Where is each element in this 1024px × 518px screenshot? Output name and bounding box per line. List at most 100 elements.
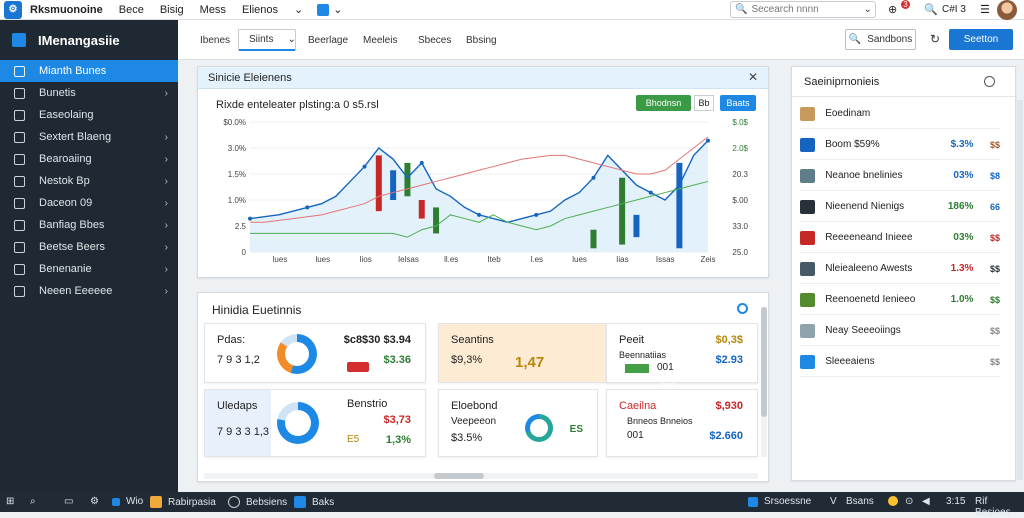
menu-item-1[interactable]: Bece bbox=[119, 4, 144, 16]
settings-icon[interactable]: ⚙ bbox=[90, 496, 99, 507]
menu-item-2[interactable]: Bisig bbox=[160, 4, 184, 16]
y-tick-label-right: 2.0$ bbox=[732, 144, 748, 153]
tab-2[interactable]: Siints ⌄ bbox=[238, 29, 296, 51]
data-point bbox=[419, 160, 424, 165]
primary-button[interactable]: Seetton bbox=[949, 29, 1013, 50]
scroll-thumb[interactable] bbox=[761, 307, 767, 417]
tab-6[interactable]: Bbsing bbox=[456, 29, 507, 51]
row-extra: $$ bbox=[989, 263, 1000, 274]
chevron-down-icon[interactable]: ⌄ bbox=[333, 3, 342, 16]
help-icon[interactable]: ⊕ bbox=[888, 3, 897, 16]
candle-bar bbox=[433, 207, 440, 234]
sidebar-item-5[interactable]: Bearoaiing › bbox=[0, 148, 178, 170]
data-point bbox=[248, 216, 252, 221]
chart-subtitle: Rixde enteleater plsting:a 0 s5.rsl bbox=[216, 99, 379, 111]
list-item[interactable]: Boom $59% $.3% $$ bbox=[800, 130, 1000, 160]
taskbar-label: Rabirpasia bbox=[168, 496, 216, 508]
app-icon bbox=[112, 497, 120, 506]
sidebar-item-1[interactable]: Mianth Bunes bbox=[0, 60, 178, 82]
tab-1[interactable]: Ibenes bbox=[190, 29, 240, 51]
sidebar-item-4[interactable]: Sextert Blaeng › bbox=[0, 126, 178, 148]
search-icon[interactable]: ⌕ bbox=[30, 496, 36, 507]
nav-icon bbox=[14, 263, 25, 275]
row-value: 03% bbox=[953, 170, 974, 181]
search-box[interactable]: 🔍 ⌄ bbox=[730, 1, 876, 18]
sidebar-item-9[interactable]: Beetse Beers › bbox=[0, 236, 178, 258]
sidebar-item-11[interactable]: Neeen Eeeeee › bbox=[0, 280, 178, 302]
chevron-right-icon: › bbox=[164, 285, 168, 297]
horizontal-scrollbar[interactable] bbox=[204, 473, 758, 479]
row-extra: $$ bbox=[989, 232, 1000, 243]
menu-icon[interactable]: ☰ bbox=[980, 3, 990, 16]
metric-card-3[interactable]: Peeit Beennatiias 001 $0,3$ $2.93 bbox=[606, 323, 758, 383]
search-input[interactable] bbox=[751, 4, 864, 15]
metric-card-6[interactable]: Caeilna Bnneos Bnneios 001 $,930 $2.660 bbox=[606, 389, 758, 457]
refresh-icon[interactable] bbox=[737, 303, 748, 314]
x-tick-label: Zeis bbox=[700, 255, 715, 264]
x-tick-label: lues bbox=[315, 255, 330, 264]
search-icon[interactable]: 🔍 bbox=[924, 3, 938, 16]
sidebar-item-8[interactable]: Banfiag Bbes › bbox=[0, 214, 178, 236]
x-tick-label: Iias bbox=[616, 255, 628, 264]
scroll-thumb[interactable] bbox=[434, 473, 484, 479]
taskbar-item-2[interactable]: Rabirpasia bbox=[150, 496, 216, 508]
app-logo-icon: ⚙ bbox=[4, 0, 22, 19]
coin-icon[interactable] bbox=[888, 496, 898, 506]
card-sub: Beennatiias bbox=[619, 350, 667, 360]
menu-item-3[interactable]: Mess bbox=[200, 4, 226, 16]
list-item[interactable]: Reenoenetd Ienieeo 1.0% $$ bbox=[800, 285, 1000, 315]
taskbar-item-4[interactable]: Baks bbox=[294, 496, 334, 508]
taskbar-item-3[interactable]: Bebsiens bbox=[228, 496, 287, 508]
sidebar-item-3[interactable]: Easeolaing bbox=[0, 104, 178, 126]
list-item[interactable]: Sleeeaiens $$ bbox=[800, 347, 1000, 377]
vertical-scrollbar[interactable] bbox=[1017, 100, 1023, 480]
folder-icon[interactable]: ▭ bbox=[64, 496, 73, 507]
search-button[interactable]: 🔍 Sandbons bbox=[845, 29, 916, 50]
brand-icon bbox=[12, 33, 26, 47]
tab-4[interactable]: Meeleis bbox=[353, 29, 407, 51]
tray-item-2[interactable]: V bbox=[830, 496, 837, 507]
close-icon[interactable]: ✕ bbox=[748, 70, 758, 84]
list-item[interactable]: Neay Seeeoiings $$ bbox=[800, 316, 1000, 346]
tab-3[interactable]: Beerlage bbox=[298, 29, 358, 51]
start-icon[interactable]: ⊞ bbox=[6, 496, 14, 507]
chart-button-3[interactable]: Baats bbox=[720, 95, 756, 111]
sidebar-item-7[interactable]: Daceon 09 › bbox=[0, 192, 178, 214]
card-value-2: ES bbox=[569, 424, 583, 435]
y-tick-label: 3.0% bbox=[228, 144, 246, 153]
nav-icon bbox=[14, 219, 25, 231]
sidebar-item-6[interactable]: Nestok Bp › bbox=[0, 170, 178, 192]
metric-card-4[interactable]: Uledaps 7 9 3 3 1,3 Benstrio $3,73 E5 1,… bbox=[204, 389, 426, 457]
menu-item-4[interactable]: Elienos bbox=[242, 4, 278, 16]
candle-bar bbox=[676, 162, 683, 249]
sidebar-item-2[interactable]: Bunetis › bbox=[0, 82, 178, 104]
tab-5[interactable]: Sbeces bbox=[408, 29, 461, 51]
row-label: Boom $59% bbox=[825, 139, 880, 150]
vertical-scrollbar[interactable] bbox=[761, 307, 767, 457]
metric-card-1[interactable]: Pdas: 7 9 3 1,2 $c8$30 $3.94 $3.36 bbox=[204, 323, 426, 383]
refresh-icon[interactable]: ↻ bbox=[930, 32, 940, 46]
volume-icon[interactable]: ◀ bbox=[922, 496, 930, 507]
sidebar-item-10[interactable]: Benenanie › bbox=[0, 258, 178, 280]
avatar[interactable] bbox=[997, 0, 1017, 20]
row-icon bbox=[800, 168, 816, 183]
x-tick-label: Iios bbox=[359, 255, 371, 264]
list-item[interactable]: Reeeeneand Inieee 03% $$ bbox=[800, 223, 1000, 253]
list-item[interactable]: Nleiealeeno Awests 1.3% $$ bbox=[800, 254, 1000, 284]
chart-button-1[interactable]: Bhodnsn bbox=[636, 95, 691, 111]
tray-item-1[interactable]: Srsoessne bbox=[748, 496, 811, 507]
chevron-down-icon[interactable]: ⌄ bbox=[294, 3, 303, 16]
window-icon[interactable] bbox=[317, 3, 330, 16]
metric-card-5[interactable]: Eloebond Veepeeon $3.5% ES bbox=[438, 389, 598, 457]
network-icon[interactable]: ⊙ bbox=[905, 496, 913, 507]
info-icon[interactable] bbox=[984, 76, 995, 87]
right-panel-title: Saeiniprnonieis bbox=[804, 75, 880, 88]
tray-item-3[interactable]: Bsans bbox=[846, 496, 874, 507]
y-tick-label-right: 20.3 bbox=[732, 170, 748, 179]
list-item[interactable]: Neanoe bnelinies 03% $8 bbox=[800, 161, 1000, 191]
chart-button-2[interactable]: Bb bbox=[694, 95, 714, 111]
chevron-down-icon[interactable]: ⌄ bbox=[863, 4, 871, 15]
list-item[interactable]: Eoedinam bbox=[800, 99, 1000, 129]
taskbar-item-1[interactable]: Wio bbox=[112, 496, 143, 507]
list-item[interactable]: Nieenend Nienigs 186% 66 bbox=[800, 192, 1000, 222]
